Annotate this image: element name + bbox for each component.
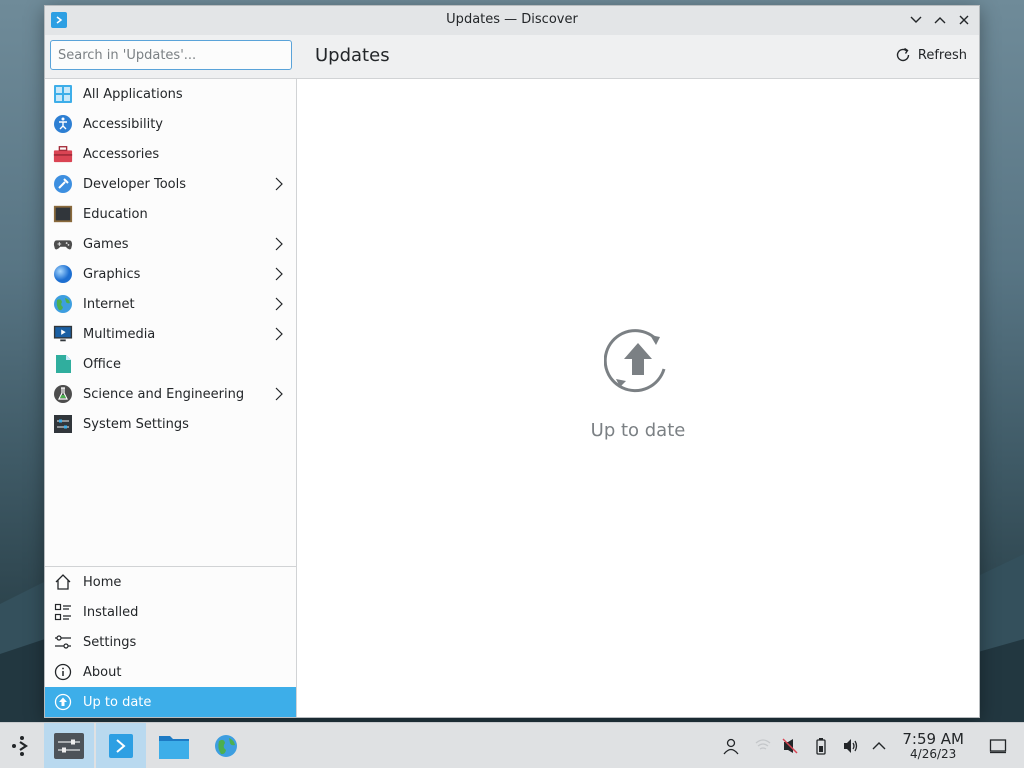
clock-date: 4/26/23 bbox=[910, 747, 957, 761]
discover-window: Updates — Discover Updates Refresh bbox=[44, 5, 980, 718]
sphere-icon bbox=[53, 264, 73, 284]
nav-home-label: Home bbox=[83, 574, 122, 590]
updates-content: Up to date bbox=[297, 79, 979, 717]
nav-settings[interactable]: Settings bbox=[45, 627, 296, 657]
toolbar: Updates Refresh bbox=[45, 35, 979, 79]
sidebar-item-multimedia[interactable]: Multimedia bbox=[45, 319, 296, 349]
clock-time: 7:59 AM bbox=[902, 730, 964, 748]
task-web-browser[interactable] bbox=[202, 723, 250, 768]
hammer-icon bbox=[53, 174, 73, 194]
sidebar-item-graphics[interactable]: Graphics bbox=[45, 259, 296, 289]
nav-settings-label: Settings bbox=[83, 634, 137, 650]
home-icon bbox=[53, 572, 73, 592]
sidebar-item-label: Science and Engineering bbox=[83, 386, 245, 402]
application-launcher-button[interactable] bbox=[2, 723, 42, 768]
digital-clock[interactable]: 7:59 AM 4/26/23 bbox=[902, 731, 964, 761]
sidebar-item-label: Multimedia bbox=[83, 326, 156, 342]
chevron-right-icon bbox=[275, 177, 283, 191]
sidebar-item-label: Games bbox=[83, 236, 129, 252]
sliders-icon bbox=[53, 632, 73, 652]
globe-icon bbox=[53, 294, 73, 314]
volume-icon[interactable] bbox=[842, 737, 860, 755]
chevron-right-icon bbox=[275, 267, 283, 281]
globe-icon bbox=[215, 735, 237, 757]
sidebar-item-label: All Applications bbox=[83, 86, 183, 102]
sidebar-item-label: Accessories bbox=[83, 146, 160, 162]
category-list: All Applications Accessibility Accessori… bbox=[45, 79, 296, 439]
up-to-date-icon bbox=[604, 329, 666, 393]
bottom-navigation: Home Installed Settings About Up to date bbox=[45, 566, 296, 717]
refresh-label: Refresh bbox=[917, 47, 967, 63]
sidebar-item-accessories[interactable]: Accessories bbox=[45, 139, 296, 169]
search-input[interactable] bbox=[50, 40, 292, 70]
sidebar-item-label: Developer Tools bbox=[83, 176, 187, 192]
task-file-manager[interactable] bbox=[150, 723, 198, 768]
page-title: Updates bbox=[315, 45, 390, 66]
sidebar-item-office[interactable]: Office bbox=[45, 349, 296, 379]
sidebar-item-label: Accessibility bbox=[83, 116, 163, 132]
battery-icon[interactable] bbox=[812, 737, 830, 755]
chevron-up-icon bbox=[934, 17, 946, 24]
sidebar-item-system-settings[interactable]: System Settings bbox=[45, 409, 296, 439]
installed-list-icon bbox=[53, 602, 73, 622]
folder-icon bbox=[159, 736, 189, 759]
info-icon bbox=[53, 662, 73, 682]
close-icon bbox=[959, 15, 969, 25]
taskbar: 7:59 AM 4/26/23 bbox=[0, 722, 1024, 768]
document-icon bbox=[53, 354, 73, 374]
title-bar[interactable]: Updates — Discover bbox=[45, 6, 979, 35]
sidebar: All Applications Accessibility Accessori… bbox=[45, 79, 297, 717]
sidebar-item-accessibility[interactable]: Accessibility bbox=[45, 109, 296, 139]
monitor-play-icon bbox=[53, 324, 73, 344]
chevron-down-icon bbox=[910, 16, 922, 23]
sidebar-item-games[interactable]: Games bbox=[45, 229, 296, 259]
gamepad-icon bbox=[53, 234, 73, 254]
nav-up-to-date-label: Up to date bbox=[83, 694, 152, 710]
discover-icon bbox=[109, 734, 133, 758]
chevron-right-icon bbox=[275, 387, 283, 401]
user-switcher-icon[interactable] bbox=[722, 737, 740, 755]
sidebar-item-all-applications[interactable]: All Applications bbox=[45, 79, 296, 109]
system-settings-icon bbox=[54, 733, 84, 759]
sidebar-item-developer-tools[interactable]: Developer Tools bbox=[45, 169, 296, 199]
chalkboard-icon bbox=[53, 204, 73, 224]
update-arrow-icon bbox=[53, 692, 73, 712]
sidebar-item-internet[interactable]: Internet bbox=[45, 289, 296, 319]
window-title: Updates — Discover bbox=[446, 12, 578, 27]
microphone-muted-icon[interactable] bbox=[781, 737, 799, 755]
grid-icon bbox=[53, 84, 73, 104]
nav-about-label: About bbox=[83, 664, 122, 680]
close-button[interactable] bbox=[955, 10, 973, 30]
task-system-settings[interactable] bbox=[44, 723, 94, 768]
chevron-right-icon bbox=[275, 237, 283, 251]
nav-up-to-date[interactable]: Up to date bbox=[45, 687, 296, 717]
network-icon[interactable] bbox=[754, 737, 772, 755]
sidebar-item-label: Internet bbox=[83, 296, 135, 312]
chevron-right-icon bbox=[275, 327, 283, 341]
chevron-right-icon bbox=[275, 297, 283, 311]
status-message: Up to date bbox=[590, 420, 686, 441]
sidebar-item-label: System Settings bbox=[83, 416, 189, 432]
accessibility-icon bbox=[53, 114, 73, 134]
launcher-icon bbox=[12, 736, 28, 756]
sidebar-item-label: Education bbox=[83, 206, 148, 222]
sidebar-item-label: Office bbox=[83, 356, 121, 372]
sidebar-item-science-and-engineering[interactable]: Science and Engineering bbox=[45, 379, 296, 409]
maximize-button[interactable] bbox=[931, 10, 949, 30]
minimize-button[interactable] bbox=[907, 10, 925, 30]
flask-icon bbox=[53, 384, 73, 404]
sidebar-item-education[interactable]: Education bbox=[45, 199, 296, 229]
show-desktop-icon[interactable] bbox=[989, 737, 1007, 755]
refresh-button[interactable]: Refresh bbox=[894, 46, 967, 64]
nav-installed-label: Installed bbox=[83, 604, 139, 620]
task-discover[interactable] bbox=[96, 723, 146, 768]
chevron-up-icon[interactable] bbox=[870, 737, 888, 755]
sidebar-item-label: Graphics bbox=[83, 266, 141, 282]
refresh-icon bbox=[896, 47, 910, 62]
nav-about[interactable]: About bbox=[45, 657, 296, 687]
nav-installed[interactable]: Installed bbox=[45, 597, 296, 627]
settings-panel-icon bbox=[53, 414, 73, 434]
toolbox-icon bbox=[53, 144, 73, 164]
nav-home[interactable]: Home bbox=[45, 567, 296, 597]
